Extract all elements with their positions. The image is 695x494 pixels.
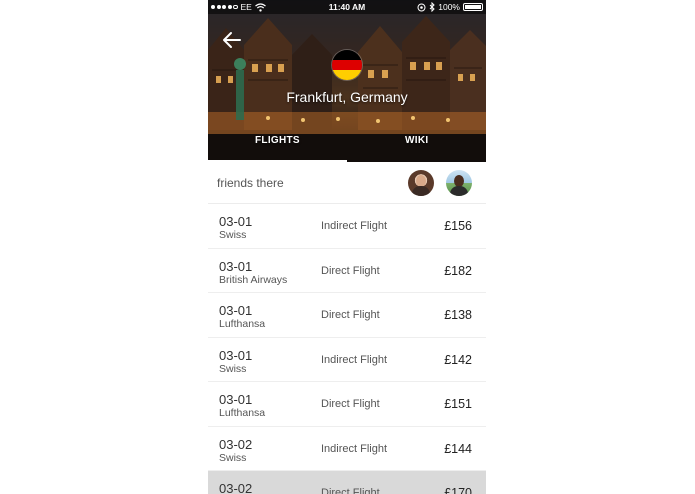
flight-row[interactable]: 03-01 Swiss Indirect Flight £142: [208, 337, 486, 382]
flight-price: £182: [444, 263, 472, 278]
flight-date: 03-02: [219, 436, 253, 452]
city-header: Frankfurt, Germany FLIGHTS WIKI: [208, 0, 486, 162]
tab-wiki[interactable]: WIKI: [347, 130, 486, 162]
flight-price: £138: [444, 308, 472, 322]
flight-row[interactable]: 03-02 Swiss Indirect Flight £144: [208, 426, 486, 471]
flight-airline: Lufthansa: [219, 407, 266, 419]
flight-type: Indirect Flight: [321, 353, 388, 366]
battery-icon: [463, 3, 483, 11]
flight-row[interactable]: 03-01 Lufthansa Direct Flight £138: [208, 293, 486, 338]
flight-airline: Swiss: [219, 229, 247, 241]
tab-bar: FLIGHTS WIKI: [208, 130, 486, 162]
flight-date: 03-01: [219, 214, 253, 229]
back-button[interactable]: [220, 28, 244, 52]
arrow-left-icon: [223, 32, 241, 48]
active-tab-indicator: [208, 160, 347, 162]
location-icon: [417, 3, 426, 11]
flight-type: Direct Flight: [321, 264, 380, 277]
bluetooth-icon: [429, 2, 435, 12]
flight-row[interactable]: 03-01 Swiss Indirect Flight £156: [208, 204, 486, 249]
flight-date: 03-01: [219, 347, 253, 363]
flight-airline: Swiss: [219, 362, 247, 375]
flight-airline: British Airways: [219, 273, 288, 286]
flight-date: 03-01: [219, 392, 253, 407]
flight-price: £144: [444, 441, 472, 456]
flight-price: £151: [444, 397, 472, 411]
flag-stripe: [332, 60, 362, 70]
flight-date: 03-02: [219, 481, 253, 494]
friend-avatar[interactable]: [408, 170, 434, 196]
flight-price: £156: [444, 219, 472, 233]
flight-type: Direct Flight: [321, 398, 380, 410]
flight-airline: Lufthansa: [219, 318, 266, 330]
friend-avatar[interactable]: [446, 170, 472, 196]
city-title: Frankfurt, Germany: [286, 89, 408, 105]
tab-flights[interactable]: FLIGHTS: [208, 130, 347, 162]
flight-row[interactable]: 03-02 Direct Flight £170: [208, 471, 486, 494]
battery-percent: 100%: [438, 2, 460, 12]
germany-flag-icon: [332, 50, 362, 80]
flight-row[interactable]: 03-01 Lufthansa Direct Flight £151: [208, 382, 486, 427]
flight-price: £142: [444, 352, 472, 367]
flight-price: £170: [444, 486, 472, 494]
friends-there-label: friends there: [217, 176, 284, 190]
flight-row[interactable]: 03-01 British Airways Direct Flight £182: [208, 248, 486, 293]
flight-list: 03-01 Swiss Indirect Flight £156 03-01 Britis…: [208, 204, 486, 494]
flight-date: 03-01: [219, 303, 253, 318]
friends-there-row[interactable]: friends there: [208, 163, 486, 204]
flight-date: 03-01: [219, 258, 253, 274]
flight-type: Indirect Flight: [321, 220, 388, 232]
flight-type: Direct Flight: [321, 309, 380, 321]
flight-type: Indirect Flight: [321, 442, 388, 455]
phone-screen: Frankfurt, Germany FLIGHTS WIKI EE 11:40…: [208, 0, 486, 494]
status-bar: EE 11:40 AM 100%: [208, 0, 486, 14]
flight-type: Direct Flight: [321, 487, 380, 494]
flight-airline: Swiss: [219, 451, 247, 464]
